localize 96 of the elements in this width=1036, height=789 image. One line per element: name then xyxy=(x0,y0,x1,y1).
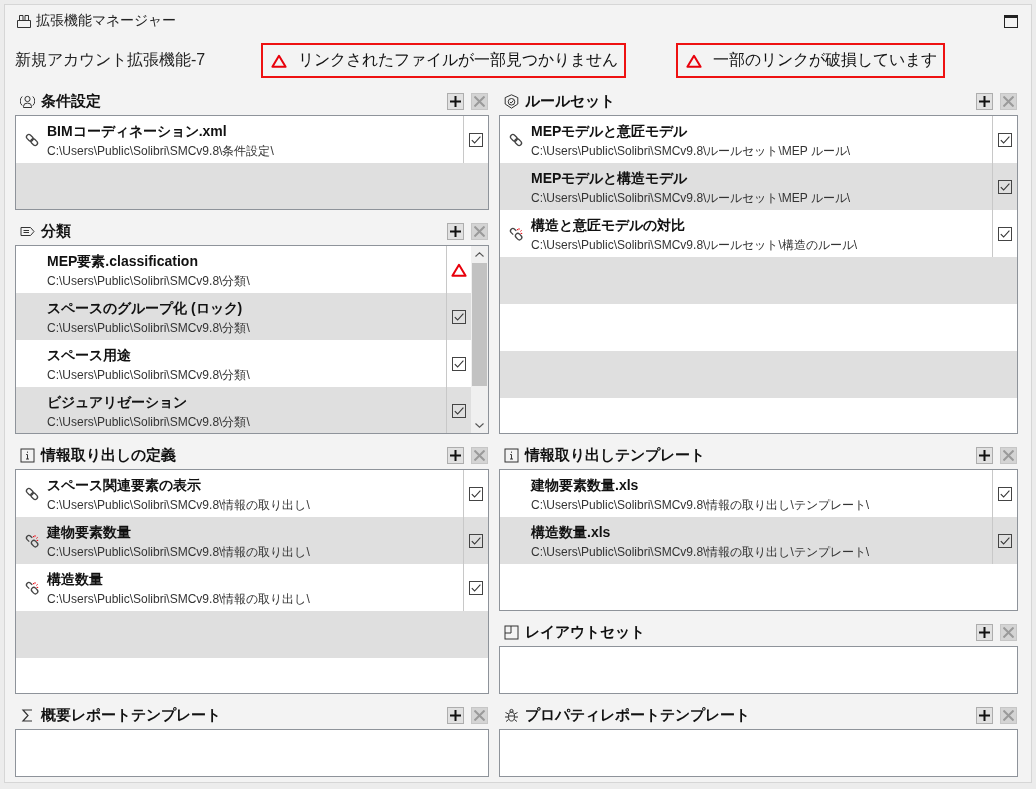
checkbox[interactable] xyxy=(469,580,483,595)
warning-text: リンクされたファイルが一部見つかりません xyxy=(298,50,618,70)
warning-icon xyxy=(686,53,702,68)
cross-icon xyxy=(474,449,485,461)
layout-icon xyxy=(504,624,519,640)
add-button[interactable] xyxy=(447,446,464,464)
plus-icon xyxy=(450,709,461,721)
info-icon xyxy=(20,447,35,463)
scrollbar[interactable] xyxy=(471,246,488,433)
account-name: 新規アカウント拡張機能-7 xyxy=(15,50,207,70)
panel-title: ルールセット xyxy=(525,91,615,111)
file-path: C:\Users\Public\Solibri\SMCv9.8\ルールセット\構造のルール\ xyxy=(531,237,858,253)
file-name: 建物要素数量 xyxy=(47,523,131,542)
checkbox[interactable] xyxy=(998,132,1012,147)
add-button[interactable] xyxy=(976,706,993,724)
person-icon xyxy=(20,93,35,109)
scroll-down-icon[interactable] xyxy=(475,423,484,428)
plus-icon xyxy=(979,449,990,461)
checkbox[interactable] xyxy=(998,179,1012,194)
file-name: スペース関連要素の表示 xyxy=(47,476,201,495)
sigma-icon xyxy=(20,707,35,723)
file-name: 建物要素数量.xls xyxy=(531,476,639,495)
checkbox[interactable] xyxy=(452,403,466,418)
add-button[interactable] xyxy=(976,623,993,641)
file-name: MEPモデルと構造モデル xyxy=(531,169,688,188)
plus-icon xyxy=(979,709,990,721)
add-button[interactable] xyxy=(447,706,464,724)
file-path: C:\Users\Public\Solibri\SMCv9.8\ルールセット\MEP ルール\ xyxy=(531,143,851,159)
plus-icon xyxy=(450,225,461,237)
add-button[interactable] xyxy=(447,222,464,240)
file-name: BIMコーディネーション.xml xyxy=(47,122,227,141)
cross-icon xyxy=(1003,709,1014,721)
file-path: C:\Users\Public\Solibri\SMCv9.8\条件設定\ xyxy=(47,143,274,159)
file-path: C:\Users\Public\Solibri\SMCv9.8\分類\ xyxy=(47,320,250,336)
file-path: C:\Users\Public\Solibri\SMCv9.8\情報の取り出し\ xyxy=(47,497,310,513)
warning-icon xyxy=(451,262,467,277)
link-icon xyxy=(23,131,40,148)
cross-icon xyxy=(1003,626,1014,638)
info-icon xyxy=(504,447,519,463)
checkbox[interactable] xyxy=(998,226,1012,241)
file-path: C:\Users\Public\Solibri\SMCv9.8\分類\ xyxy=(47,273,250,289)
file-path: C:\Users\Public\Solibri\SMCv9.8\情報の取り出し\テンプレート\ xyxy=(531,544,870,560)
broken-link-icon xyxy=(23,532,40,549)
window-title: 拡張機能マネージャー xyxy=(36,12,176,30)
file-name: MEP要素.classification xyxy=(47,252,198,271)
panel-title: プロパティレポートテンプレート xyxy=(525,705,750,725)
checkbox[interactable] xyxy=(469,486,483,501)
file-name: スペース用途 xyxy=(47,346,131,365)
file-path: C:\Users\Public\Solibri\SMCv9.8\情報の取り出し\テンプレート\ xyxy=(531,497,870,513)
broken-link-icon xyxy=(507,225,524,242)
file-path: C:\Users\Public\Solibri\SMCv9.8\分類\ xyxy=(47,414,250,430)
cross-icon xyxy=(474,95,485,107)
cross-icon xyxy=(1003,95,1014,107)
briefcase-icon xyxy=(17,14,31,28)
panel-title: 分類 xyxy=(41,221,71,241)
checkbox[interactable] xyxy=(998,486,1012,501)
add-button[interactable] xyxy=(976,446,993,464)
plus-icon xyxy=(979,95,990,107)
bug-icon xyxy=(504,707,519,723)
add-button[interactable] xyxy=(976,92,993,110)
file-path: C:\Users\Public\Solibri\SMCv9.8\情報の取り出し\ xyxy=(47,591,310,607)
file-name: 構造と意匠モデルの対比 xyxy=(531,216,685,235)
scrollbar-thumb[interactable] xyxy=(472,263,487,386)
plus-icon xyxy=(450,95,461,107)
panel-title: 条件設定 xyxy=(41,91,101,111)
file-path: C:\Users\Public\Solibri\SMCv9.8\情報の取り出し\ xyxy=(47,544,310,560)
file-name: 構造数量.xls xyxy=(531,523,611,542)
checkbox[interactable] xyxy=(452,356,466,371)
link-icon xyxy=(23,485,40,502)
scroll-up-icon[interactable] xyxy=(475,252,484,257)
file-path: C:\Users\Public\Solibri\SMCv9.8\ルールセット\MEP ルール\ xyxy=(531,190,851,206)
broken-link-icon xyxy=(23,579,40,596)
restore-icon[interactable] xyxy=(1004,14,1018,28)
plus-icon xyxy=(450,449,461,461)
cross-icon xyxy=(1003,449,1014,461)
warning-icon xyxy=(271,53,287,68)
panel-title: 概要レポートテンプレート xyxy=(41,705,221,725)
cross-icon xyxy=(474,225,485,237)
panel-title: 情報取り出しテンプレート xyxy=(525,445,705,465)
checkbox[interactable] xyxy=(469,533,483,548)
warning-text: 一部のリンクが破損しています xyxy=(713,50,937,70)
cross-icon xyxy=(474,709,485,721)
panel-title: レイアウトセット xyxy=(525,622,645,642)
checkbox[interactable] xyxy=(469,132,483,147)
link-icon xyxy=(507,131,524,148)
file-name: MEPモデルと意匠モデル xyxy=(531,122,688,141)
shield-check-icon xyxy=(504,93,519,109)
file-name: ビジュアリゼーション xyxy=(47,393,187,412)
panel-title: 情報取り出しの定義 xyxy=(41,445,176,465)
plus-icon xyxy=(979,626,990,638)
checkbox[interactable] xyxy=(998,533,1012,548)
file-path: C:\Users\Public\Solibri\SMCv9.8\分類\ xyxy=(47,367,250,383)
file-name: スペースのグループ化 (ロック) xyxy=(47,299,243,318)
file-name: 構造数量 xyxy=(47,570,103,589)
checkbox[interactable] xyxy=(452,309,466,324)
add-button[interactable] xyxy=(447,92,464,110)
